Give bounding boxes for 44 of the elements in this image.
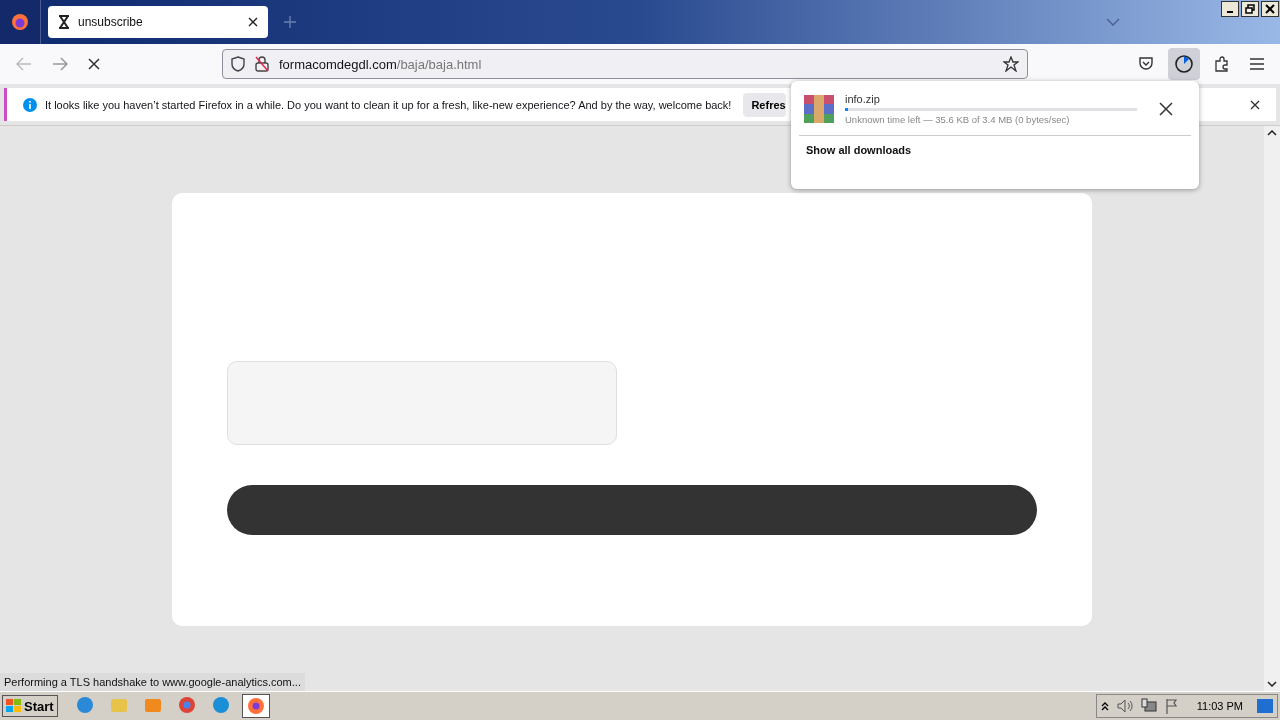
notification-message: It looks like you haven’t started Firefox in a while. Do you want to clean it up for a fresh, like-new experience? And by the way, welcome back! (45, 98, 732, 111)
forward-icon[interactable] (52, 57, 68, 71)
hourglass-icon (58, 15, 70, 29)
downloads-button[interactable] (1168, 48, 1200, 80)
app-icon[interactable] (246, 697, 265, 715)
archive-icon (803, 93, 835, 125)
show-all-downloads-link[interactable]: Show all downloads (806, 144, 912, 156)
pocket-icon[interactable] (1138, 57, 1154, 71)
input-field[interactable] (227, 361, 617, 445)
chevron-up-icon[interactable] (1100, 701, 1109, 711)
flag-icon[interactable] (1164, 698, 1179, 714)
close-icon[interactable] (248, 17, 258, 27)
taskbar-app-button[interactable] (241, 694, 270, 718)
minimize-button[interactable] (1221, 1, 1239, 17)
restore-icon[interactable] (1245, 4, 1255, 14)
scroll-down-icon[interactable] (1267, 681, 1277, 687)
file-name: info.zip (845, 93, 881, 105)
url-text: formacomdegdl.com/baja/baja.html (279, 56, 482, 72)
download-status: Unknown time left — 35.6 KB of 3.4 MB (0 bytes/sec) (845, 114, 1071, 125)
refresh-button[interactable]: Refres (743, 92, 786, 117)
network-icon[interactable] (1140, 698, 1157, 714)
new-tab-icon[interactable] (284, 16, 296, 28)
start-button[interactable]: Start (2, 695, 58, 717)
address-bar[interactable]: formacomdegdl.com/baja/baja.html (222, 49, 1028, 79)
puzzle-icon[interactable] (1214, 56, 1230, 72)
download-progress-icon[interactable] (1174, 54, 1194, 74)
stop-icon[interactable] (88, 58, 100, 70)
close-icon[interactable] (1265, 4, 1275, 14)
clock: 11:03 PM (1196, 700, 1243, 712)
browser-tab[interactable]: unsubscribe (48, 6, 268, 38)
status-text: Performing a TLS handshake to www.google-analytics.com... (0, 673, 305, 691)
speaker-icon[interactable] (1116, 699, 1133, 713)
star-icon[interactable] (1003, 56, 1019, 72)
menu-icon[interactable] (1250, 58, 1264, 70)
tab-title: unsubscribe (78, 15, 144, 29)
insecure-lock-icon[interactable] (255, 56, 269, 72)
shield-icon[interactable] (231, 56, 245, 72)
close-button[interactable] (1261, 1, 1279, 17)
info-icon (23, 97, 37, 112)
cancel-icon[interactable] (1159, 102, 1173, 116)
restore-button[interactable] (1241, 1, 1259, 17)
scrollbar[interactable] (1264, 126, 1280, 691)
close-icon[interactable] (1250, 99, 1260, 110)
scroll-up-icon[interactable] (1267, 130, 1277, 136)
